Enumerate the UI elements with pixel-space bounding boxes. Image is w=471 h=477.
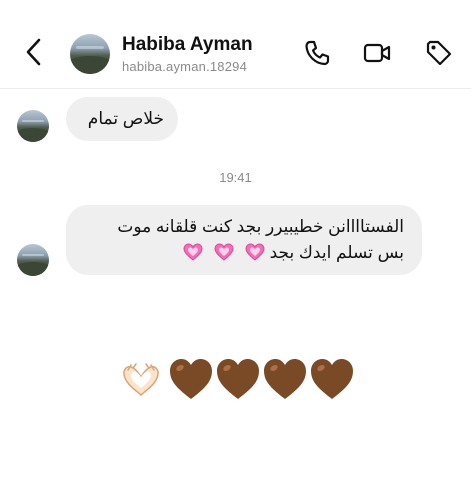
brown-heart-icon [217,359,259,399]
contact-handle[interactable]: habiba.ayman.18294 [122,59,247,74]
message-bubble[interactable]: الفستاااانن خطيبيرر بجد كنت قلقانه موت ب… [66,205,422,275]
contact-avatar[interactable] [70,34,110,74]
message-timestamp: 19:41 [219,170,252,185]
chat-screen: Habiba Ayman habiba.ayman.18294 خلاص تما… [0,0,471,477]
message-avatar[interactable] [17,110,49,142]
heart-hands-icon [123,363,159,396]
brown-heart-icon [264,359,306,399]
message-text: بس تسلم ايدك بجد [269,243,404,262]
emoji-message[interactable] [118,357,358,407]
brown-heart-icon [311,359,353,399]
sparkling-heart-icon [214,243,234,261]
message-bubble[interactable]: خلاص تمام [66,97,178,141]
phone-icon[interactable] [302,38,332,68]
chat-header: Habiba Ayman habiba.ayman.18294 [0,0,471,89]
message-text-line: بس تسلم ايدك بجد [177,243,404,263]
message-text-line: الفستاااانن خطيبيرر بجد كنت قلقانه موت [117,217,404,236]
back-icon[interactable] [22,36,46,68]
sparkling-heart-icon [245,243,265,261]
brown-heart-icon [170,359,212,399]
video-icon[interactable] [362,38,392,68]
tag-icon[interactable] [424,38,454,68]
sparkling-heart-icon [183,243,203,261]
contact-name[interactable]: Habiba Ayman [122,34,253,56]
message-avatar[interactable] [17,244,49,276]
message-text: خلاص تمام [87,109,164,128]
